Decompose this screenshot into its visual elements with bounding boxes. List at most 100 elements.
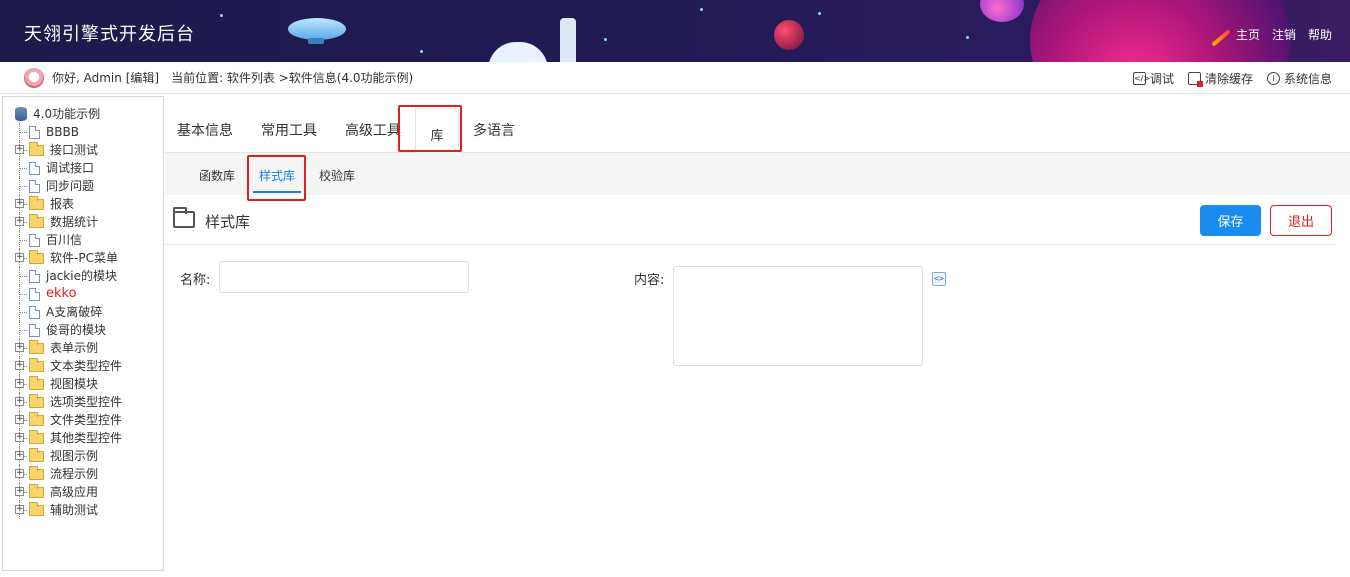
expand-icon[interactable]: + [15,415,24,424]
tab-advanced-tools[interactable]: 高级工具 [345,120,401,140]
planet-decoration [774,20,804,50]
name-label: 名称: [180,273,211,288]
clear-cache-icon [1187,72,1203,87]
tree-item[interactable]: + 文本类型控件 [3,357,163,375]
file-icon [29,287,40,301]
expand-icon[interactable]: + [15,361,24,370]
expand-icon[interactable]: + [15,505,24,514]
home-link[interactable]: 主页 [1236,26,1260,43]
file-icon [29,323,40,337]
code-editor-icon[interactable]: <> [932,272,946,286]
folder-icon [29,393,44,408]
greeting[interactable]: 你好, Admin [编辑] [52,69,159,86]
folder-icon [29,501,44,516]
tab-common-tools[interactable]: 常用工具 [261,120,317,140]
tree-item[interactable]: + 数据统计 [3,213,163,231]
expand-icon[interactable]: + [15,145,24,154]
tree-item[interactable]: + 软件-PC菜单 [3,249,163,267]
tab-multi-language[interactable]: 多语言 [473,120,515,140]
tree-item[interactable]: + 表单示例 [3,339,163,357]
tree-item[interactable]: + 辅助测试 [3,501,163,519]
subtab-functions[interactable]: 函数库 [199,167,235,184]
tree-item[interactable]: + 视图示例 [3,447,163,465]
expand-icon[interactable]: + [15,199,24,208]
expand-icon[interactable]: + [15,217,24,226]
exit-button[interactable]: 退出 [1270,205,1332,236]
planet-decoration [980,0,1024,22]
logout-link[interactable]: 注销 [1272,26,1296,43]
infobar-actions: </> 调试 清除缓存 i 系统信息 [1132,70,1332,87]
tree-item[interactable]: + 其他类型控件 [3,429,163,447]
expand-icon[interactable]: + [15,451,24,460]
folder-icon [29,375,44,390]
file-icon [29,233,40,247]
tree-item[interactable]: + 流程示例 [3,465,163,483]
tree-item[interactable]: + 高级应用 [3,483,163,501]
tree-item[interactable]: jackie的模块 [3,267,163,285]
tree-item-label: 辅助测试 [50,503,99,517]
expand-icon[interactable]: + [15,343,24,352]
star-decoration [700,8,703,11]
tree-item-label: 视图示例 [50,449,99,463]
tree-connector [13,231,27,249]
tab-basic-info[interactable]: 基本信息 [177,120,233,140]
tree-item-label: 视图模块 [50,377,99,391]
tree-item[interactable]: A支离破碎 [3,303,163,321]
tree-item-label: 报表 [50,197,75,211]
code-icon: </> [1132,72,1151,85]
help-link[interactable]: 帮助 [1308,26,1332,43]
expand-icon[interactable]: + [15,469,24,478]
tree-item-label: 流程示例 [50,467,99,481]
tree-item-label: 数据统计 [50,215,99,229]
folder-icon [29,213,44,228]
tree-connector [13,285,27,303]
expand-icon[interactable]: + [15,433,24,442]
star-decoration [966,36,969,39]
tree-item[interactable]: BBBB [3,123,163,141]
folder-icon [29,483,44,498]
tree-item-label: 接口测试 [50,143,99,157]
tree-item-label: 俊哥的模块 [46,323,107,337]
tree-connector [13,123,27,141]
folder-icon [29,411,44,426]
tree-root-label: 4.0功能示例 [33,107,101,121]
tree-item[interactable]: + 视图模块 [3,375,163,393]
tree-root[interactable]: 4.0功能示例 [3,105,163,123]
clear-cache-button[interactable]: 清除缓存 [1187,70,1253,87]
file-icon [29,125,40,139]
tree-item-label: jackie的模块 [46,269,117,283]
save-button[interactable]: 保存 [1200,205,1261,236]
info-bar: 你好, Admin [编辑] 当前位置: 软件列表 >软件信息(4.0功能示例)… [0,62,1350,94]
tab-library[interactable]: 库 [415,108,459,154]
cloud-decoration [488,42,548,62]
tree-item[interactable]: ekko [3,285,163,303]
tree-item[interactable]: + 接口测试 [3,141,163,159]
tree-item[interactable]: + 文件类型控件 [3,411,163,429]
expand-icon[interactable]: + [15,397,24,406]
subtab-validation[interactable]: 校验库 [319,167,355,184]
tree-item[interactable]: 调试接口 [3,159,163,177]
subtab-styles[interactable]: 样式库 [252,167,302,193]
expand-icon[interactable]: + [15,253,24,262]
name-input[interactable] [219,261,469,293]
tree-item[interactable]: + 选项类型控件 [3,393,163,411]
app-title: 天翎引擎式开发后台 [24,24,195,45]
folder-icon [29,429,44,444]
folder-icon [173,207,195,228]
folder-icon [29,357,44,372]
section-header: 样式库 保存 退出 [165,195,1335,245]
folder-icon [29,249,44,264]
tree-item-label: 文件类型控件 [50,413,123,427]
tree-item[interactable]: 同步问题 [3,177,163,195]
tree-item[interactable]: + 报表 [3,195,163,213]
expand-icon[interactable]: + [15,379,24,388]
clear-cache-label: 清除缓存 [1204,72,1253,86]
system-info-button[interactable]: i 系统信息 [1266,70,1332,87]
tree-item-label: A支离破碎 [46,305,103,319]
tree-item[interactable]: 百川信 [3,231,163,249]
tree-item[interactable]: 俊哥的模块 [3,321,163,339]
content-textarea[interactable] [673,266,923,366]
debug-button[interactable]: </> 调试 [1132,70,1174,87]
file-icon [29,305,40,319]
expand-icon[interactable]: + [15,487,24,496]
